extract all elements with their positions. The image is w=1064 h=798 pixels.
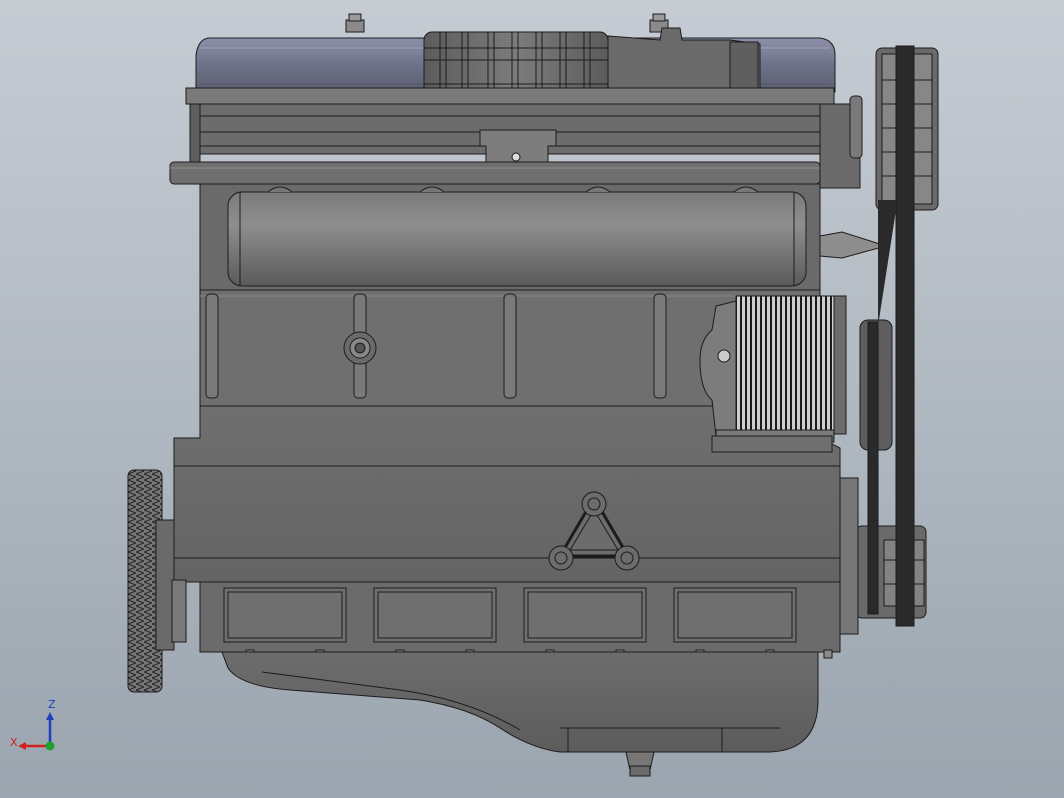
3d-viewport[interactable] (0, 0, 1064, 798)
manifold-tube (199, 183, 888, 293)
generator (699, 295, 847, 453)
z-axis-label: Z (48, 698, 56, 711)
x-axis-label: X (10, 736, 18, 749)
y-axis-icon (45, 741, 55, 751)
side-panels (199, 581, 841, 659)
engine-model[interactable] (0, 0, 1064, 798)
axis-triad: Z X (10, 698, 60, 754)
